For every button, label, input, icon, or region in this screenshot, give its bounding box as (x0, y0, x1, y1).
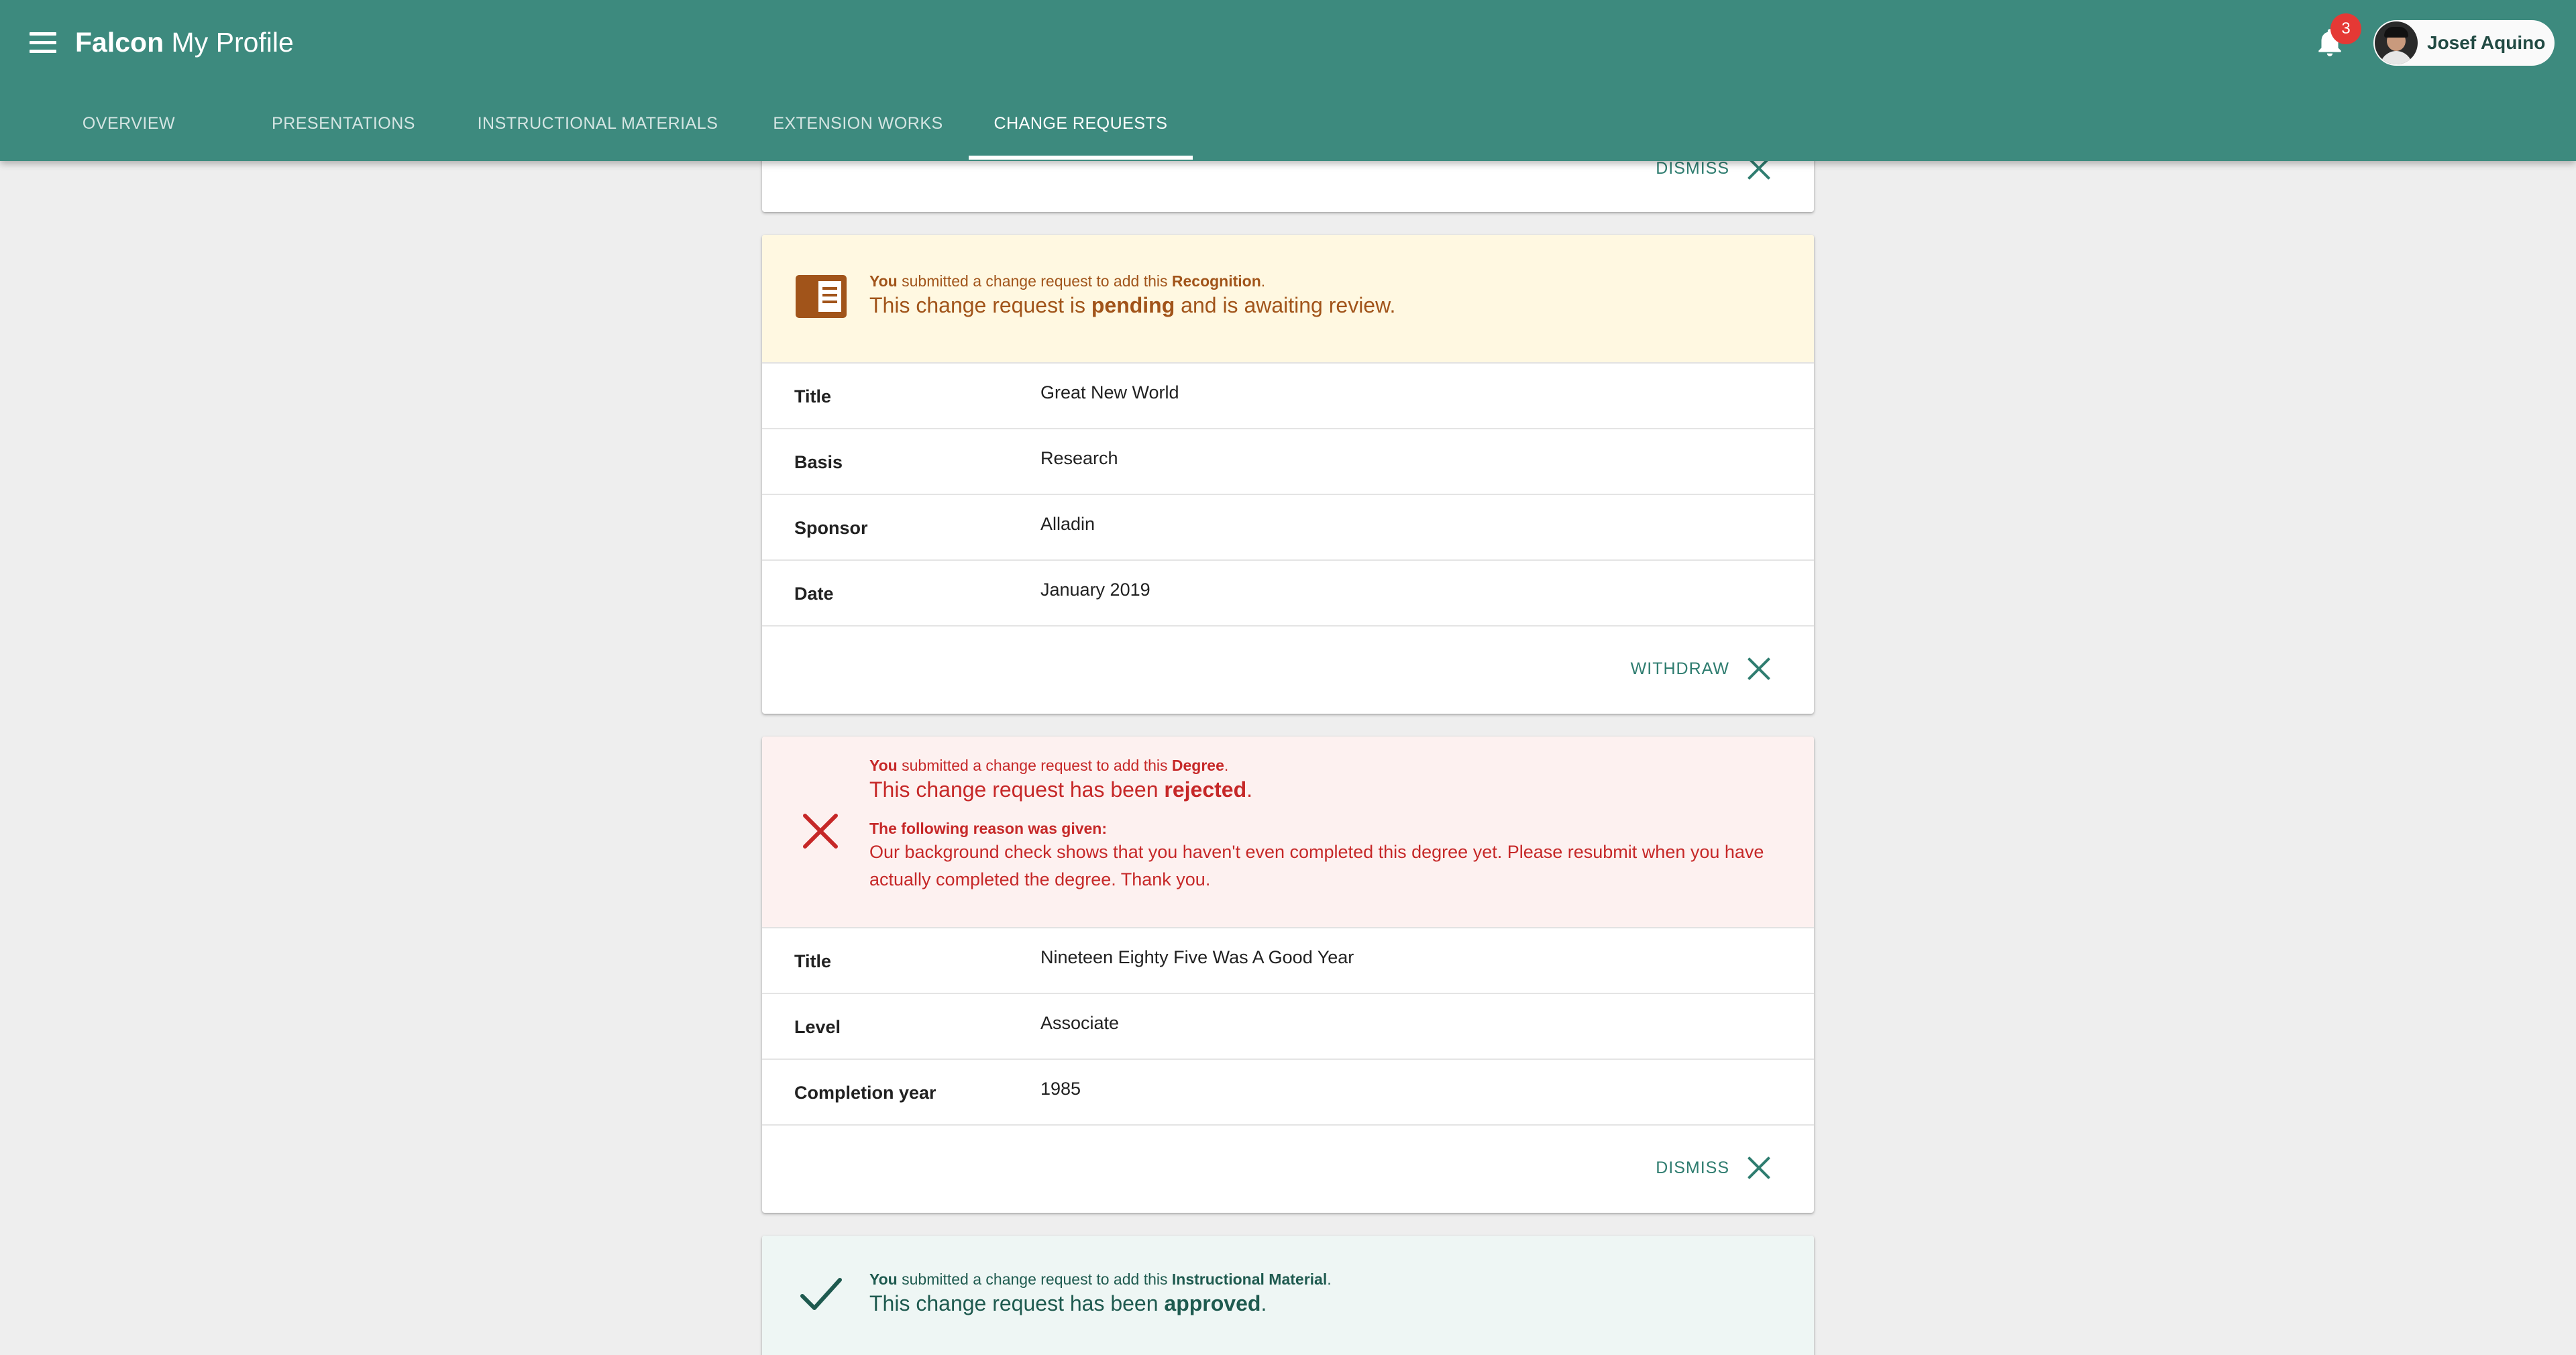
status-word: approved (1164, 1291, 1261, 1315)
withdraw-label: WITHDRAW (1630, 659, 1729, 678)
withdraw-button[interactable]: WITHDRAW (1631, 652, 1771, 686)
detail-value: Research (1040, 448, 1118, 468)
change-request-card-approved: You submitted a change request to add th… (762, 1236, 1814, 1355)
approved-status-banner: You submitted a change request to add th… (762, 1236, 1814, 1355)
change-request-card-rejected: You submitted a change request to add th… (762, 737, 1814, 1213)
menu-icon[interactable] (30, 32, 56, 54)
detail-label: Level (794, 1017, 841, 1037)
submitted-text: submitted a change request to add this (897, 757, 1172, 774)
tab-instructional-materials[interactable]: INSTRUCTIONAL MATERIALS (470, 99, 726, 161)
profile-tabs: OVERVIEW PRESENTATIONS INSTRUCTIONAL MAT… (0, 99, 2576, 161)
user-name: Josef Aquino (2427, 32, 2546, 53)
book-icon (796, 275, 847, 318)
detail-value: Associate (1040, 1013, 1120, 1033)
detail-label: Date (794, 584, 834, 604)
submitted-text: submitted a change request to add this (897, 272, 1172, 290)
detail-value: Great New World (1040, 382, 1179, 402)
detail-label: Title (794, 951, 832, 971)
status-word: rejected (1164, 777, 1247, 802)
approved-status-text: You submitted a change request to add th… (869, 1270, 1332, 1315)
status-word: pending (1091, 293, 1175, 317)
detail-row: Level Associate (762, 994, 1814, 1060)
detail-row: Date January 2019 (762, 561, 1814, 627)
page-title: My Profile (171, 27, 294, 58)
active-tab-indicator (969, 156, 1193, 160)
item-type: Recognition (1171, 272, 1261, 290)
rejected-status-text: You submitted a change request to add th… (869, 755, 1795, 893)
dismiss-button[interactable]: DISMISS (1656, 1151, 1771, 1185)
submitter-label: You (869, 757, 898, 774)
app-title: Falcon My Profile (75, 25, 294, 59)
dismiss-label: DISMISS (1656, 158, 1729, 178)
detail-value: Nineteen Eighty Five Was A Good Year (1040, 947, 1354, 967)
detail-label: Basis (794, 452, 843, 472)
item-type: Instructional Material (1171, 1270, 1328, 1288)
app-bar: Falcon My Profile 3 Josef Aquino OVERVIE… (0, 0, 2576, 161)
tab-overview[interactable]: OVERVIEW (42, 99, 216, 161)
brand-name: Falcon (75, 27, 164, 58)
dismiss-label: DISMISS (1656, 1158, 1729, 1177)
detail-row: Title Great New World (762, 364, 1814, 429)
detail-label: Completion year (794, 1083, 936, 1103)
notification-badge: 3 (2330, 13, 2361, 44)
detail-row: Completion year 1985 (762, 1060, 1814, 1126)
detail-row: Basis Research (762, 429, 1814, 495)
checkmark-icon (800, 1278, 842, 1310)
tab-change-requests[interactable]: CHANGE REQUESTS (969, 99, 1193, 161)
submitter-label: You (869, 1270, 898, 1288)
tab-extension-works[interactable]: EXTENSION WORKS (758, 99, 958, 161)
tab-presentations[interactable]: PRESENTATIONS (256, 99, 431, 161)
status-prefix: This change request has been (869, 777, 1165, 802)
close-icon (1747, 657, 1771, 681)
detail-row: Sponsor Alladin (762, 495, 1814, 561)
status-prefix: This change request has been (869, 1291, 1165, 1315)
detail-label: Title (794, 386, 832, 406)
submitter-label: You (869, 272, 898, 290)
status-prefix: This change request is (869, 293, 1091, 317)
reason-text: Our background check shows that you have… (869, 842, 1764, 889)
avatar (2375, 21, 2418, 64)
submitted-text: submitted a change request to add this (897, 1270, 1172, 1288)
user-menu-chip[interactable]: Josef Aquino (2373, 20, 2555, 66)
rejected-status-banner: You submitted a change request to add th… (762, 737, 1814, 928)
detail-value: 1985 (1040, 1079, 1081, 1099)
reason-label: The following reason was given: (869, 820, 1107, 837)
close-icon (1747, 1156, 1771, 1180)
pending-status-banner: You submitted a change request to add th… (762, 235, 1814, 364)
status-suffix: and is awaiting review. (1175, 293, 1396, 317)
item-type: Degree (1171, 757, 1224, 774)
detail-value: Alladin (1040, 514, 1095, 534)
detail-label: Sponsor (794, 518, 868, 538)
pending-status-text: You submitted a change request to add th… (869, 272, 1396, 317)
change-request-card-pending: You submitted a change request to add th… (762, 235, 1814, 714)
close-icon (803, 814, 838, 849)
detail-value: January 2019 (1040, 580, 1150, 600)
detail-row: Title Nineteen Eighty Five Was A Good Ye… (762, 928, 1814, 994)
